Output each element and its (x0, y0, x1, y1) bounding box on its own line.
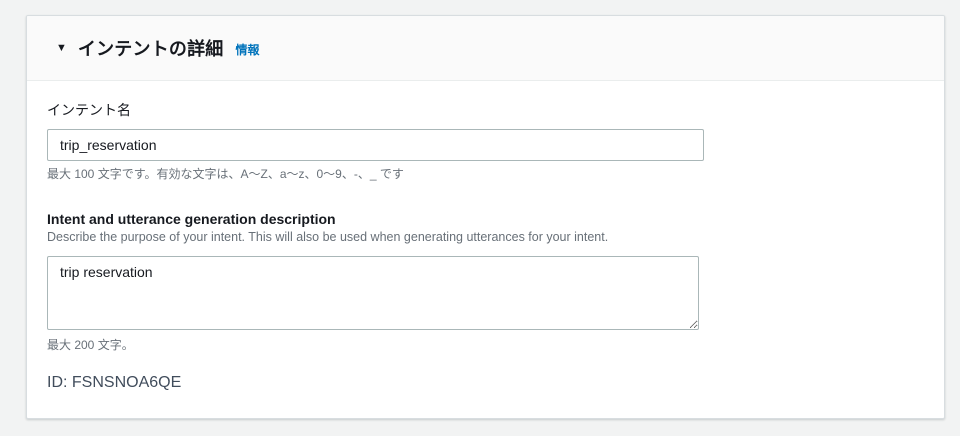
intent-id-text: ID: FSNSNOA6QE (47, 374, 182, 391)
description-label: Intent and utterance generation descript… (47, 211, 336, 227)
description-constraint-text: 最大 200 文字。 (47, 338, 134, 352)
intent-details-section-header[interactable]: ▼ インテントの詳細 情報 (27, 16, 944, 81)
caret-down-icon[interactable]: ▼ (56, 42, 67, 54)
intent-name-constraint-text: 最大 100 文字です。有効な文字は、A～Z、a～z、0～9、-、_ です (47, 167, 404, 181)
intent-details-body: インテント名 最大 100 文字です。有効な文字は、A～Z、a～z、0～9、-、… (27, 81, 944, 393)
description-field-group: Intent and utterance generation descript… (47, 210, 924, 353)
intent-details-card: ▼ インテントの詳細 情報 インテント名 最大 100 文字です。有効な文字は、… (26, 15, 945, 419)
section-title: インテントの詳細 (77, 39, 224, 59)
description-help-text: Describe the purpose of your intent. Thi… (47, 230, 609, 244)
description-textarea[interactable]: trip reservation (47, 256, 699, 330)
info-link[interactable]: 情報 (236, 41, 260, 58)
intent-name-field-group: インテント名 最大 100 文字です。有効な文字は、A～Z、a～z、0～9、-、… (47, 101, 924, 182)
intent-name-input[interactable] (47, 129, 704, 161)
intent-name-label: インテント名 (47, 102, 131, 118)
